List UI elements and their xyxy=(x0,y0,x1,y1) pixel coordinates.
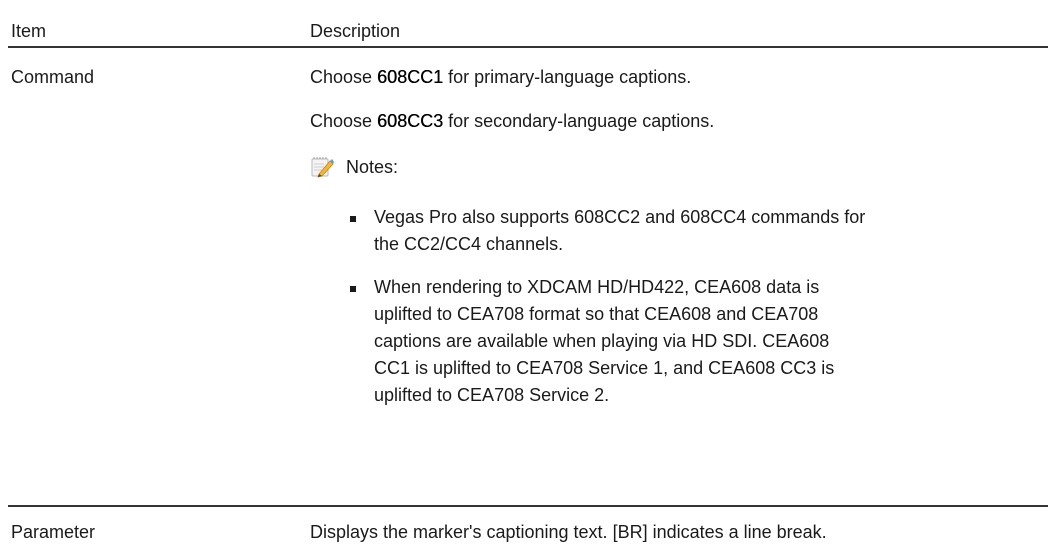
description-paragraph: Choose 608CC3 for secondary-language cap… xyxy=(310,108,1048,135)
table-header-row: Item Description xyxy=(8,12,1048,48)
row-description: Displays the marker's captioning text. [… xyxy=(310,522,827,542)
row-item-command: Command xyxy=(11,67,95,87)
row-description: Choose 608CC1 for primary-language capti… xyxy=(310,64,1048,505)
table-row: Command Choose 608CC1 for primary-langua… xyxy=(8,48,1048,507)
command-name: 608CC3 xyxy=(377,111,444,131)
notes-heading: Notes: xyxy=(310,152,1048,182)
table-row: Parameter Displays the marker's captioni… xyxy=(8,507,1048,546)
text-after: for secondary-language captions. xyxy=(443,111,715,131)
header-item: Item xyxy=(11,21,47,41)
note-text: When rendering to XDCAM HD/HD422, CEA608… xyxy=(374,277,835,405)
notes-label: Notes: xyxy=(346,156,399,177)
bullet-icon xyxy=(350,216,356,222)
list-item: When rendering to XDCAM HD/HD422, CEA608… xyxy=(350,274,868,409)
bullet-icon xyxy=(350,286,356,292)
text-before: Choose xyxy=(310,111,378,131)
notepad-pencil-icon xyxy=(310,155,334,179)
header-description: Description xyxy=(310,21,401,41)
row-item-parameter: Parameter xyxy=(11,522,96,542)
description-paragraph: Choose 608CC1 for primary-language capti… xyxy=(310,64,1048,91)
note-text: Vegas Pro also supports 608CC2 and 608CC… xyxy=(374,207,866,254)
list-item: Vegas Pro also supports 608CC2 and 608CC… xyxy=(350,204,868,258)
text-before: Choose xyxy=(310,67,378,87)
notes-list: Vegas Pro also supports 608CC2 and 608CC… xyxy=(310,204,1048,409)
text-after: for primary-language captions. xyxy=(443,67,692,87)
reference-table: Item Description Command Choose 608CC1 f… xyxy=(8,12,1048,546)
command-name: 608CC1 xyxy=(377,67,444,87)
